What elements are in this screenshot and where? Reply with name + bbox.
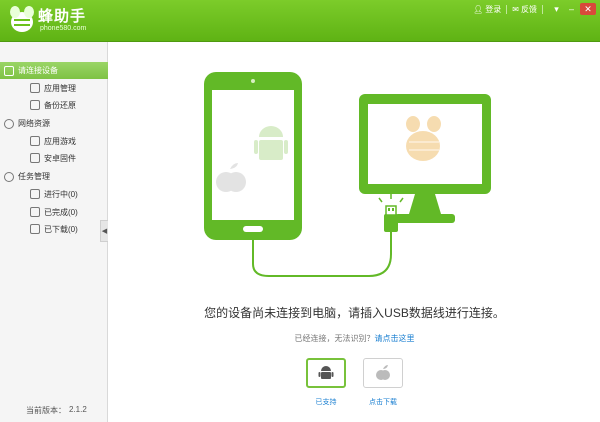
sidebar-section-network[interactable]: 网络资源 <box>0 115 108 132</box>
feedback-button[interactable]: ✉︎ 反馈 <box>512 4 537 15</box>
version-label: 当前版本： <box>26 406 66 415</box>
firmware-icon <box>30 153 40 163</box>
menu-icon[interactable]: ▾ <box>550 3 563 15</box>
sidebar-item-label: 已下载(0) <box>44 224 78 234</box>
chevron-left-icon: ◀ <box>101 228 108 235</box>
sidebar-item-firmware[interactable]: 安卓固件 <box>30 150 76 166</box>
apps-grid-icon <box>30 136 40 146</box>
phone-icon <box>4 65 14 76</box>
minimize-icon[interactable]: – <box>565 3 578 15</box>
usb-plug-illustration <box>378 194 404 232</box>
version-number: 2.1.2 <box>69 405 87 414</box>
separator <box>542 4 543 14</box>
help-link[interactable]: 请点击这里 <box>375 334 415 343</box>
sidebar-item-label: 应用管理 <box>44 83 76 93</box>
apple-device-button[interactable] <box>363 358 403 388</box>
sidebar: 请连接设备 应用管理 备份还原 网络资源 应用游戏 安卓固件 任务管理 进行中(… <box>0 42 108 422</box>
check-icon <box>30 207 40 217</box>
help-prefix: 已经连接，无法识别？ <box>294 334 375 343</box>
feedback-label: 反馈 <box>521 4 537 14</box>
version-info: 当前版本： 2.1.2 <box>26 405 87 416</box>
android-icon <box>318 366 334 379</box>
apps-grid-icon <box>30 83 40 93</box>
sidebar-item-label: 应用游戏 <box>44 136 76 146</box>
sidebar-item-backup[interactable]: 备份还原 <box>30 97 76 113</box>
sidebar-item-label: 备份还原 <box>44 100 76 110</box>
login-button[interactable]: 👤︎ 登录 <box>473 4 501 15</box>
sidebar-item-completed[interactable]: 已完成(0) <box>30 204 78 220</box>
help-line: 已经连接，无法识别？请点击这里 <box>109 333 600 344</box>
apple-icon <box>376 365 390 380</box>
title-bar: 蜂助手 phone580.com 👤︎ 登录 ✉︎ 反馈 ▾ – ✕ <box>0 0 600 42</box>
sidebar-item-games[interactable]: 应用游戏 <box>30 133 76 149</box>
sidebar-section-tasks[interactable]: 任务管理 <box>0 168 108 185</box>
backup-icon <box>30 100 40 110</box>
sidebar-section-device[interactable]: 请连接设备 <box>0 62 108 79</box>
sidebar-item-app-manage[interactable]: 应用管理 <box>30 80 76 96</box>
main-panel: 您的设备尚未连接到电脑，请插入USB数据线进行连接。 已经连接，无法识别？请点击… <box>109 42 600 422</box>
sidebar-item-downloaded[interactable]: 已下载(0) <box>30 221 78 237</box>
monitor-illustration <box>359 94 491 223</box>
sidebar-item-in-progress[interactable]: 进行中(0) <box>30 186 78 202</box>
app-site: phone580.com <box>40 25 87 32</box>
clock-icon <box>4 171 14 182</box>
sidebar-item-label: 已完成(0) <box>44 207 78 217</box>
connection-illustration <box>204 72 491 277</box>
close-icon[interactable]: ✕ <box>580 3 596 15</box>
app-name: 蜂助手 <box>38 8 87 25</box>
sidebar-item-label: 安卓固件 <box>44 153 76 163</box>
bee-logo-icon <box>10 6 34 32</box>
user-icon: 👤︎ <box>473 4 484 14</box>
separator <box>506 4 508 14</box>
connection-message: 您的设备尚未连接到电脑，请插入USB数据线进行连接。 <box>204 306 505 320</box>
window-controls: 👤︎ 登录 ✉︎ 反馈 ▾ – ✕ <box>473 2 596 16</box>
download-icon <box>30 224 40 234</box>
sidebar-section-label: 任务管理 <box>18 172 50 181</box>
sidebar-section-label: 网络资源 <box>18 119 50 128</box>
sidebar-collapse-toggle[interactable]: ◀ <box>100 220 108 242</box>
globe-icon <box>4 118 14 129</box>
android-label[interactable]: 已支持 <box>296 397 356 407</box>
apple-label[interactable]: 点击下载 <box>353 397 413 407</box>
login-label: 登录 <box>485 4 502 14</box>
sidebar-section-label: 请连接设备 <box>18 66 58 75</box>
android-device-button[interactable] <box>306 358 346 388</box>
progress-icon <box>30 189 40 199</box>
feedback-icon: ✉︎ <box>512 4 519 14</box>
sidebar-item-label: 进行中(0) <box>44 189 78 199</box>
